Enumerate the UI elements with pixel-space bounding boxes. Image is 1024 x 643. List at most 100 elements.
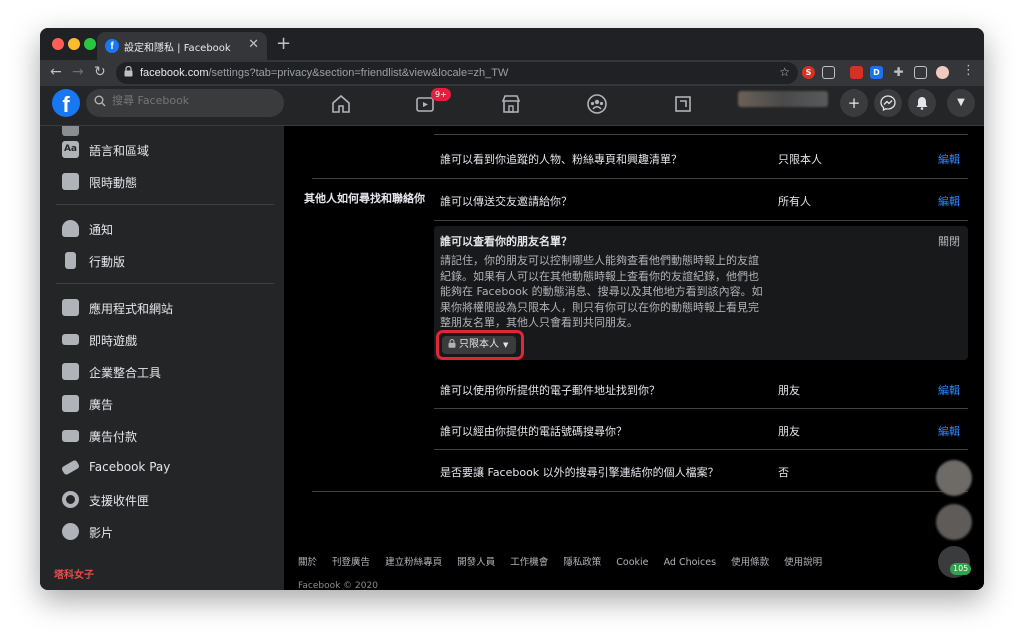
- browser-tab[interactable]: f 設定和隱私 | Facebook ✕: [97, 32, 267, 60]
- footer-copyright: Facebook © 2020: [298, 581, 378, 590]
- lock-icon: [124, 65, 133, 80]
- friend-list-question: 誰可以查看你的朋友名單？: [440, 235, 572, 248]
- footer-link[interactable]: 使用條款: [731, 557, 769, 568]
- footer-link[interactable]: 工作機會: [510, 557, 548, 568]
- maximize-window-button[interactable]: [84, 38, 96, 50]
- sidebar-item-stories[interactable]: 限時動態: [62, 172, 272, 194]
- audience-dropdown[interactable]: 只限本人 ▼: [442, 336, 517, 354]
- pocket-icon[interactable]: [822, 66, 835, 79]
- footer-link[interactable]: Ad Choices: [664, 557, 717, 568]
- friend-list-description: 請記住，你的朋友可以控制哪些人能夠查看他們動態時報上的友誼紀錄。如果有人可以在其…: [440, 254, 763, 329]
- following-list-value: 只限本人: [778, 153, 822, 166]
- new-chat-button[interactable]: 105: [938, 546, 972, 578]
- profile-avatar[interactable]: [936, 66, 949, 79]
- footer-link[interactable]: 關於: [298, 557, 317, 568]
- section-title: 其他人如何尋找和聯絡你: [304, 192, 425, 205]
- sidebar-item-label: 廣告: [89, 398, 114, 412]
- friend-requests-question: 誰可以傳送交友邀請給你？: [440, 195, 572, 208]
- messenger-icon[interactable]: [874, 89, 902, 117]
- marketplace-icon[interactable]: [500, 93, 522, 115]
- following-list-edit-link[interactable]: 編輯: [938, 151, 960, 167]
- film-icon: [62, 523, 79, 540]
- search-icon: [94, 95, 106, 107]
- sidebar-item-label: 企業整合工具: [89, 366, 162, 380]
- friend-requests-value: 所有人: [778, 195, 811, 208]
- close-window-button[interactable]: [52, 38, 64, 50]
- friend-requests-edit-link[interactable]: 編輯: [938, 193, 960, 209]
- footer-link[interactable]: 建立粉絲專頁: [385, 557, 442, 568]
- sidebar-divider: [56, 283, 274, 284]
- extensions-puzzle-icon[interactable]: ✚: [892, 66, 905, 79]
- sidebar-item-facebook-pay[interactable]: Facebook Pay: [60, 458, 272, 480]
- extension-d-icon[interactable]: D: [870, 66, 883, 79]
- sidebar-item-label: 限時動態: [89, 176, 138, 190]
- bell-icon: [62, 220, 79, 237]
- footer-link[interactable]: 使用說明: [784, 557, 822, 568]
- menu-dots-icon[interactable]: ⋮: [962, 63, 975, 78]
- card-icon: [62, 430, 79, 442]
- facebook-logo-icon[interactable]: f: [52, 89, 80, 117]
- notifications-bell-icon[interactable]: [908, 89, 936, 117]
- row-divider: [434, 408, 968, 409]
- extension-s-icon[interactable]: S: [802, 66, 815, 79]
- sidebar-item-support-inbox[interactable]: 支援收件匣: [62, 490, 272, 512]
- gaming-icon[interactable]: [672, 93, 694, 115]
- cast-icon[interactable]: [914, 66, 927, 79]
- search-input[interactable]: [112, 94, 277, 107]
- sidebar-item-partial[interactable]: [62, 126, 272, 140]
- tab-strip: f 設定和隱私 | Facebook ✕ +: [40, 28, 984, 60]
- minimize-window-button[interactable]: [68, 38, 80, 50]
- groups-icon[interactable]: [586, 93, 608, 115]
- account-menu-chevron-down-icon[interactable]: ▼: [947, 89, 975, 117]
- sidebar-item-notifications[interactable]: 通知: [62, 219, 272, 241]
- bookmark-extension-icon[interactable]: [850, 66, 863, 79]
- sidebar-item-mobile[interactable]: 行動版: [62, 251, 272, 273]
- caret-down-icon: ▼: [503, 341, 509, 349]
- lock-icon: [448, 339, 456, 348]
- sidebar-item-ad-payments[interactable]: 廣告付款: [62, 426, 272, 448]
- settings-main: 誰可以看到你追蹤的人物、粉絲專頁和興趣清單？ 只限本人 編輯 其他人如何尋找和聯…: [284, 126, 984, 590]
- location-icon: [62, 126, 79, 136]
- tab-close-icon[interactable]: ✕: [248, 37, 259, 52]
- footer-link[interactable]: Cookie: [616, 557, 648, 568]
- book-icon: [62, 173, 79, 190]
- forward-icon[interactable]: →: [72, 64, 84, 80]
- audience-dropdown-value: 只限本人: [459, 339, 499, 350]
- sidebar-item-label: 應用程式和網站: [89, 302, 174, 316]
- reload-icon[interactable]: ↻: [94, 64, 106, 80]
- sidebar-item-instant-games[interactable]: 即時遊戲: [62, 330, 272, 352]
- sidebar-item-ads[interactable]: 廣告: [62, 394, 272, 416]
- contact-avatar-blurred[interactable]: [936, 504, 972, 540]
- watermark-logo: 塔科女子: [54, 570, 94, 581]
- contact-avatar-blurred[interactable]: [936, 460, 972, 496]
- sidebar-item-label: 即時遊戲: [89, 334, 138, 348]
- sidebar-item-videos[interactable]: 影片: [62, 522, 272, 544]
- create-plus-icon[interactable]: +: [840, 89, 868, 117]
- back-icon[interactable]: ←: [50, 64, 62, 80]
- chat-count-badge: 105: [950, 563, 972, 575]
- profile-name-blurred[interactable]: [738, 91, 828, 107]
- address-bar[interactable]: facebook.com/settings?tab=privacy&sectio…: [116, 62, 798, 84]
- phone-lookup-edit-link[interactable]: 編輯: [938, 423, 960, 439]
- footer-link[interactable]: 刊登廣告: [332, 557, 370, 568]
- privacy-settings-card: 誰可以看到你追蹤的人物、粉絲專頁和興趣清單？ 只限本人 編輯 其他人如何尋找和聯…: [298, 126, 968, 494]
- footer-link[interactable]: 隱私政策: [563, 557, 601, 568]
- sidebar-item-language[interactable]: Aa 語言和區域: [62, 140, 272, 162]
- browser-toolbar: ← → ↻ facebook.com/settings?tab=privacy&…: [40, 60, 984, 86]
- watch-notification-badge: 9+: [431, 88, 451, 101]
- following-list-question: 誰可以看到你追蹤的人物、粉絲專頁和興趣清單？: [440, 153, 682, 166]
- search-box[interactable]: [86, 89, 284, 117]
- sidebar-item-label: 廣告付款: [89, 430, 138, 444]
- footer-links: 關於 刊登廣告 建立粉絲專頁 開發人員 工作機會 隱私政策 Cookie Ad …: [298, 554, 834, 568]
- email-lookup-edit-link[interactable]: 編輯: [938, 382, 960, 398]
- new-tab-button[interactable]: +: [276, 33, 291, 54]
- search-engine-question: 是否要讓 Facebook 以外的搜尋引擎連結你的個人檔案？: [440, 466, 719, 479]
- home-icon[interactable]: [330, 93, 352, 115]
- footer-link[interactable]: 開發人員: [457, 557, 495, 568]
- sidebar-item-business[interactable]: 企業整合工具: [62, 362, 272, 384]
- close-panel-link[interactable]: 關閉: [938, 233, 960, 249]
- lifebuoy-icon: [62, 491, 79, 508]
- phone-lookup-value: 朋友: [778, 425, 800, 438]
- bookmark-star-icon[interactable]: ☆: [779, 65, 790, 79]
- sidebar-item-apps[interactable]: 應用程式和網站: [62, 298, 272, 320]
